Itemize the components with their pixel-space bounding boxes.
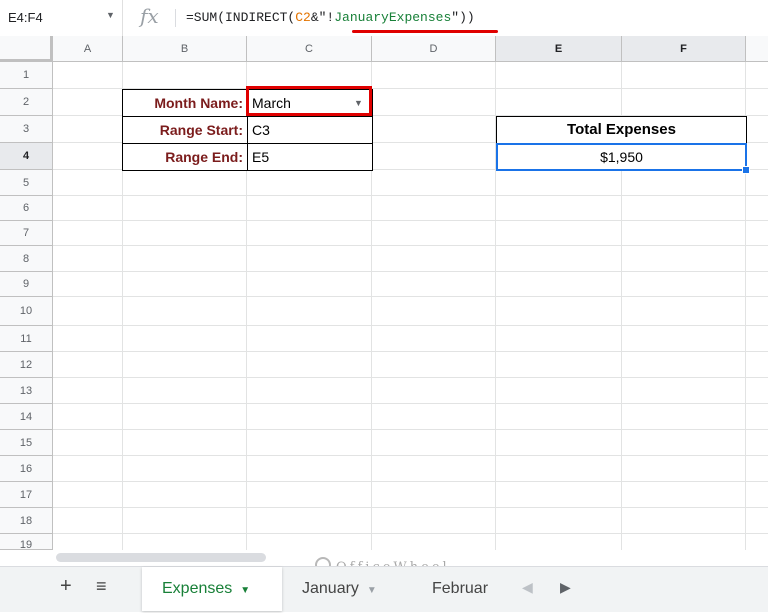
range-start-value[interactable]: C3 bbox=[247, 116, 373, 144]
row-header-5[interactable]: 5 bbox=[0, 170, 53, 196]
sheet-tab-expenses[interactable]: Expenses ▼ bbox=[142, 567, 282, 611]
row-header-6[interactable]: 6 bbox=[0, 196, 53, 221]
month-name-label: Month Name: bbox=[122, 89, 248, 117]
sheet-tab-label: January bbox=[302, 580, 359, 597]
range-end-label: Range End: bbox=[122, 143, 248, 171]
grid-line bbox=[53, 481, 768, 482]
row-header-14[interactable]: 14 bbox=[0, 404, 53, 430]
row-header-10[interactable]: 10 bbox=[0, 297, 53, 326]
row-header-7[interactable]: 7 bbox=[0, 221, 53, 246]
name-box[interactable]: E4:F4 ▼ bbox=[0, 0, 123, 36]
row-header-11[interactable]: 11 bbox=[0, 326, 53, 352]
sheet-tab-bar: + ≡ Expenses ▼ January ▼ Februar ◀ ▶ bbox=[0, 566, 768, 612]
row-header-9[interactable]: 9 bbox=[0, 272, 53, 297]
column-header-e[interactable]: E bbox=[496, 36, 622, 62]
add-sheet-button[interactable]: + bbox=[60, 575, 72, 598]
grid-line bbox=[53, 245, 768, 246]
row-header-2[interactable]: 2 bbox=[0, 89, 53, 116]
grid-line bbox=[53, 429, 768, 430]
scroll-tabs-left-icon[interactable]: ◀ bbox=[522, 579, 533, 596]
formula-prefix: =SUM(INDIRECT( bbox=[186, 10, 296, 25]
row-header-1[interactable]: 1 bbox=[0, 62, 53, 89]
all-sheets-menu-button[interactable]: ≡ bbox=[96, 576, 107, 597]
row-header-19[interactable]: 19 bbox=[0, 534, 53, 550]
range-start-label: Range Start: bbox=[122, 116, 248, 144]
formula-separator bbox=[175, 9, 176, 27]
sheet-tab-label: Expenses bbox=[162, 580, 233, 597]
row-header-3[interactable]: 3 bbox=[0, 116, 53, 143]
range-end-value[interactable]: E5 bbox=[247, 143, 373, 171]
column-header-b[interactable]: B bbox=[123, 36, 247, 62]
formula-suffix: ")) bbox=[451, 10, 475, 25]
select-all-corner[interactable] bbox=[0, 36, 53, 62]
grid-line bbox=[53, 351, 768, 352]
sheet-tab-label: Februar bbox=[432, 580, 489, 597]
column-header-f[interactable]: F bbox=[622, 36, 746, 62]
chevron-down-icon[interactable]: ▼ bbox=[240, 585, 250, 596]
column-header-a[interactable]: A bbox=[53, 36, 123, 62]
column-header-g[interactable] bbox=[746, 36, 768, 62]
formula-bar: E4:F4 ▼ fx =SUM(INDIRECT(C2&"!JanuaryExp… bbox=[0, 0, 768, 37]
formula-string: JanuaryExpenses bbox=[334, 10, 452, 25]
row-header-16[interactable]: 16 bbox=[0, 456, 53, 482]
row-header-15[interactable]: 15 bbox=[0, 430, 53, 456]
grid-line bbox=[53, 455, 768, 456]
grid-line bbox=[53, 533, 768, 534]
column-header-d[interactable]: D bbox=[372, 36, 496, 62]
total-expenses-value[interactable]: $1,950 bbox=[496, 143, 747, 171]
name-box-value: E4:F4 bbox=[8, 10, 43, 25]
formula-input[interactable]: =SUM(INDIRECT(C2&"!JanuaryExpenses")) bbox=[186, 10, 475, 25]
row-header-8[interactable]: 8 bbox=[0, 246, 53, 272]
formula-highlight-underline bbox=[352, 30, 498, 33]
grid-line bbox=[53, 403, 768, 404]
grid-line bbox=[53, 195, 768, 196]
grid-line bbox=[53, 271, 768, 272]
formula-cell-ref: C2 bbox=[295, 10, 311, 25]
row-header-4[interactable]: 4 bbox=[0, 143, 53, 170]
scroll-tabs-right-icon[interactable]: ▶ bbox=[560, 579, 571, 596]
row-header-12[interactable]: 12 bbox=[0, 352, 53, 378]
chevron-down-icon[interactable]: ▼ bbox=[367, 585, 377, 596]
column-header-c[interactable]: C bbox=[247, 36, 372, 62]
row-header-17[interactable]: 17 bbox=[0, 482, 53, 508]
dropdown-highlight-box bbox=[246, 86, 372, 116]
sheet-tab-january[interactable]: January ▼ bbox=[282, 567, 406, 611]
grid-line bbox=[53, 220, 768, 221]
total-expenses-header: Total Expenses bbox=[496, 116, 747, 144]
sheet-tab-february[interactable]: Februar bbox=[412, 567, 504, 611]
row-header-13[interactable]: 13 bbox=[0, 378, 53, 404]
function-icon: fx bbox=[140, 4, 159, 28]
fill-handle[interactable] bbox=[742, 166, 750, 174]
formula-mid: &"! bbox=[310, 10, 335, 25]
grid-line bbox=[53, 296, 768, 297]
chevron-down-icon[interactable]: ▼ bbox=[106, 10, 115, 20]
row-header-18[interactable]: 18 bbox=[0, 508, 53, 534]
scrollbar-thumb[interactable] bbox=[56, 553, 266, 562]
grid-line bbox=[53, 507, 768, 508]
grid-line bbox=[53, 377, 768, 378]
grid-line bbox=[53, 325, 768, 326]
